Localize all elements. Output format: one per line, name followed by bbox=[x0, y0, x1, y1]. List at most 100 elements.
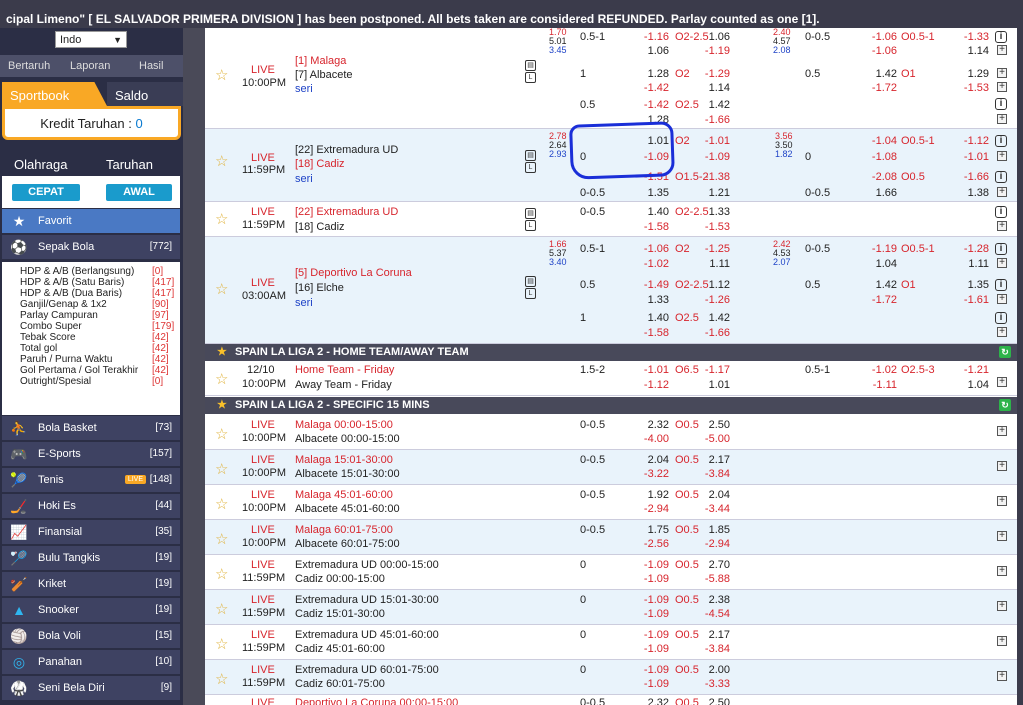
away-team[interactable]: Cadiz 15:01-30:00 bbox=[295, 608, 385, 621]
away-team[interactable]: Cadiz 45:01-60:00 bbox=[295, 643, 385, 656]
odds-value[interactable]: -1.38 bbox=[690, 171, 730, 184]
odds-value[interactable]: 1.42 bbox=[857, 68, 897, 81]
favorite-star-icon[interactable]: ☆ bbox=[215, 280, 228, 298]
info-icon[interactable]: i bbox=[995, 243, 1007, 255]
tab-olahraga[interactable]: Olahraga bbox=[14, 157, 67, 172]
odds-value[interactable]: -1.49 bbox=[629, 279, 669, 292]
info-icon[interactable]: i bbox=[995, 206, 1007, 218]
odds-value[interactable]: 1.12 bbox=[690, 279, 730, 292]
odds-1x2-away[interactable]: 1.82 bbox=[775, 150, 793, 159]
odds-type-select[interactable]: Indo ▼ bbox=[55, 31, 127, 48]
odds-value[interactable]: -4.54 bbox=[690, 608, 730, 621]
odds-value[interactable]: -1.04 bbox=[857, 135, 897, 148]
submenu-item[interactable]: Ganjil/Genap & 1x2 [90] bbox=[20, 299, 175, 310]
odds-value[interactable]: 2.17 bbox=[690, 629, 730, 642]
sidebar-item-favorit[interactable]: ★ Favorit bbox=[2, 209, 180, 233]
odds-value[interactable]: -4.00 bbox=[629, 433, 669, 446]
odds-value[interactable]: -1.09 bbox=[629, 664, 669, 677]
stats-icon[interactable]: ▤ bbox=[525, 276, 536, 287]
odds-value[interactable]: 1.33 bbox=[690, 206, 730, 219]
odds-value[interactable]: -1.29 bbox=[690, 68, 730, 81]
awal-button[interactable]: AWAL bbox=[106, 184, 172, 201]
league-header[interactable]: ★ SPAIN LA LIGA 2 - HOME TEAM/AWAY TEAM ↻ bbox=[205, 344, 1017, 361]
odds-value[interactable]: -1.19 bbox=[857, 243, 897, 256]
odds-value[interactable]: 2.17 bbox=[690, 454, 730, 467]
favorite-star-icon[interactable]: ☆ bbox=[215, 66, 228, 84]
sidebar-item-sport[interactable]: 🎾 Tenis [148] LIVE bbox=[2, 468, 180, 492]
submenu-item[interactable]: Paruh / Purna Waktu [42] bbox=[20, 354, 175, 365]
submenu-item[interactable]: HDP & A/B (Satu Baris) [417] bbox=[20, 277, 175, 288]
home-team[interactable]: Malaga 00:00-15:00 bbox=[295, 419, 393, 432]
odds-value[interactable]: -1.66 bbox=[690, 327, 730, 340]
draw-label[interactable]: seri bbox=[295, 297, 313, 310]
submenu-item[interactable]: Parlay Campuran [97] bbox=[20, 310, 175, 321]
odds-value[interactable]: -3.84 bbox=[690, 468, 730, 481]
favorite-star-icon[interactable]: ☆ bbox=[215, 425, 228, 443]
odds-value[interactable]: -1.58 bbox=[629, 327, 669, 340]
home-team[interactable]: Malaga 45:01-60:00 bbox=[295, 489, 393, 502]
expand-plus-icon[interactable]: + bbox=[997, 496, 1007, 506]
odds-value[interactable]: 1.40 bbox=[629, 312, 669, 325]
odds-value[interactable]: -1.53 bbox=[949, 82, 989, 95]
odds-value[interactable]: -1.06 bbox=[629, 243, 669, 256]
sidebar-item-sepak-bola[interactable]: ⚽ Sepak Bola [772] bbox=[2, 235, 180, 259]
favorite-star-icon[interactable]: ☆ bbox=[215, 370, 228, 388]
odds-value[interactable]: -1.02 bbox=[857, 364, 897, 377]
favorite-star-icon[interactable]: ☆ bbox=[215, 670, 228, 688]
odds-value[interactable]: -2.08 bbox=[857, 171, 897, 184]
expand-plus-icon[interactable]: + bbox=[997, 327, 1007, 337]
draw-label[interactable]: seri bbox=[295, 83, 313, 96]
expand-plus-icon[interactable]: + bbox=[997, 114, 1007, 124]
odds-value[interactable]: -1.02 bbox=[629, 258, 669, 271]
scrollbar[interactable] bbox=[1017, 28, 1023, 705]
sidebar-item-sport[interactable]: 🎮 E-Sports [157] bbox=[2, 442, 180, 466]
odds-value[interactable]: 1.14 bbox=[949, 45, 989, 58]
odds-value[interactable]: -3.22 bbox=[629, 468, 669, 481]
odds-1x2-away[interactable]: 2.08 bbox=[773, 46, 791, 55]
odds-value[interactable]: -1.33 bbox=[949, 31, 989, 44]
expand-plus-icon[interactable]: + bbox=[997, 221, 1007, 231]
info-icon[interactable]: i bbox=[995, 98, 1007, 110]
odds-value[interactable]: -2.94 bbox=[629, 503, 669, 516]
sidebar-item-sport[interactable]: 🥋 Seni Bela Diri [9] bbox=[2, 676, 180, 700]
odds-value[interactable]: -3.84 bbox=[690, 643, 730, 656]
home-team[interactable]: Home Team - Friday bbox=[295, 364, 394, 377]
away-team[interactable]: [16] Elche bbox=[295, 282, 344, 295]
expand-plus-icon[interactable]: + bbox=[997, 601, 1007, 611]
odds-value[interactable]: 2.50 bbox=[690, 697, 730, 705]
odds-value[interactable]: -5.88 bbox=[690, 573, 730, 586]
sidebar-item-sport[interactable]: 🏒 Hoki Es [44] bbox=[2, 494, 180, 518]
sidebar-item-sport[interactable]: 📈 Finansial [35] bbox=[2, 520, 180, 544]
submenu-item[interactable]: HDP & A/B (Berlangsung) [0] bbox=[20, 266, 175, 277]
expand-plus-icon[interactable]: + bbox=[997, 461, 1007, 471]
refresh-icon[interactable]: ↻ bbox=[999, 346, 1011, 358]
odds-value[interactable]: 2.50 bbox=[690, 419, 730, 432]
odds-1x2-away[interactable]: 2.93 bbox=[549, 150, 567, 159]
draw-label[interactable]: seri bbox=[295, 173, 313, 186]
expand-plus-icon[interactable]: + bbox=[997, 187, 1007, 197]
odds-value[interactable]: 1.42 bbox=[690, 312, 730, 325]
odds-value[interactable]: -1.09 bbox=[629, 678, 669, 691]
favorite-star-icon[interactable]: ☆ bbox=[215, 460, 228, 478]
odds-value[interactable]: -1.42 bbox=[629, 82, 669, 95]
odds-value[interactable]: -2.56 bbox=[629, 538, 669, 551]
favorite-star-icon[interactable]: ☆ bbox=[215, 565, 228, 583]
odds-value[interactable]: 1.85 bbox=[690, 524, 730, 537]
odds-value[interactable]: -3.33 bbox=[690, 678, 730, 691]
tab-saldo[interactable]: Saldo bbox=[107, 82, 183, 106]
expand-plus-icon[interactable]: + bbox=[997, 151, 1007, 161]
expand-plus-icon[interactable]: + bbox=[997, 82, 1007, 92]
cepat-button[interactable]: CEPAT bbox=[12, 184, 80, 201]
favorite-star-icon[interactable]: ☆ bbox=[215, 530, 228, 548]
link-hasil[interactable]: Hasil bbox=[139, 55, 163, 77]
submenu-item[interactable]: Outright/Spesial [0] bbox=[20, 376, 175, 387]
expand-plus-icon[interactable]: + bbox=[997, 45, 1007, 55]
odds-value[interactable]: -1.09 bbox=[629, 608, 669, 621]
odds-value[interactable]: 1.11 bbox=[949, 258, 989, 271]
expand-plus-icon[interactable]: + bbox=[997, 294, 1007, 304]
odds-value[interactable]: 1.04 bbox=[857, 258, 897, 271]
odds-value[interactable]: -5.00 bbox=[690, 433, 730, 446]
odds-value[interactable]: -1.19 bbox=[690, 45, 730, 58]
submenu-item[interactable]: Gol Pertama / Gol Terakhir [42] bbox=[20, 365, 175, 376]
odds-value[interactable]: 2.70 bbox=[690, 559, 730, 572]
